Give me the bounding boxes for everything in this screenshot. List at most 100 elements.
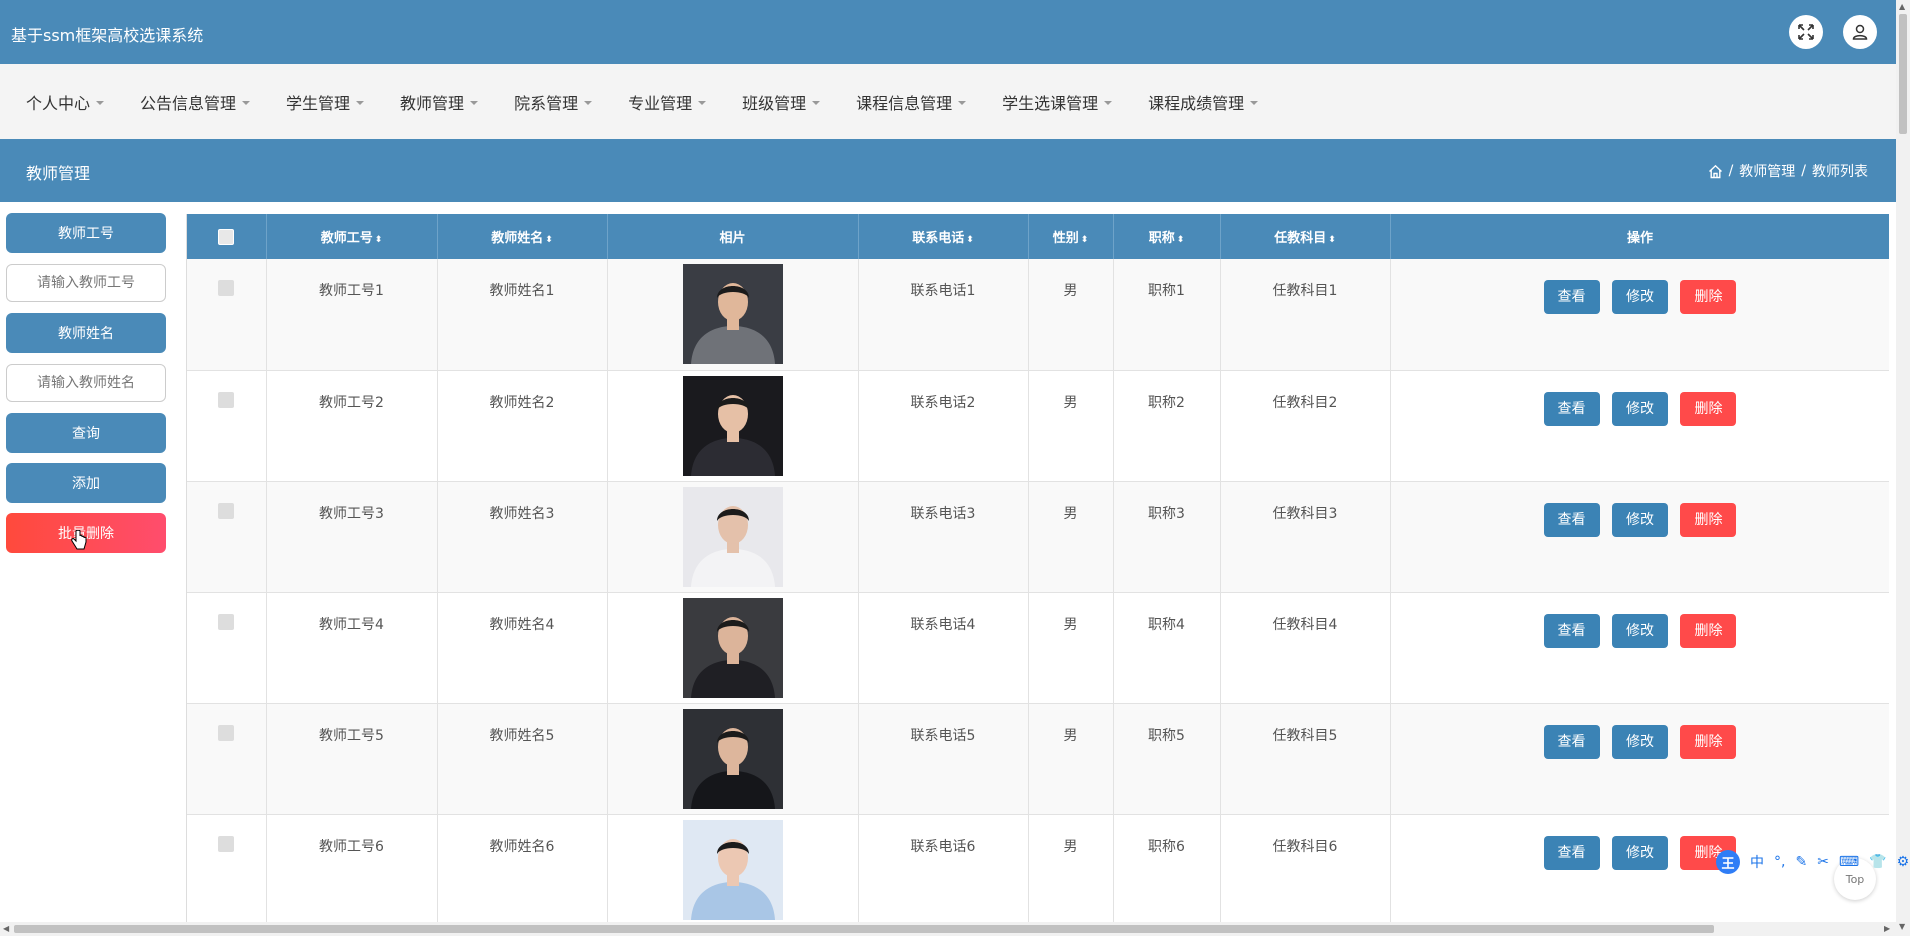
pen-icon[interactable]: ✎ — [1795, 854, 1807, 870]
delete-button[interactable]: 删除 — [1680, 391, 1737, 426]
cell-title: 职称4 — [1113, 592, 1221, 703]
scroll-right-icon[interactable]: ▶ — [1884, 924, 1890, 933]
table-row: 教师工号1 教师姓名1 联系电话1 男 职称1 任教科目1 查看 修改 删除 — [187, 259, 1889, 370]
th-phone[interactable]: 联系电话 ⬍ — [858, 214, 1029, 259]
home-icon[interactable] — [1708, 164, 1723, 179]
ime-toolbar: 王 中 °, ✎ ✂ ⌨ 👕 ⚙ — [1716, 850, 1909, 874]
edit-button[interactable]: 修改 — [1612, 724, 1668, 759]
teacher-photo[interactable] — [682, 375, 783, 476]
breadcrumb-teacher-management[interactable]: 教师管理 — [1739, 161, 1795, 181]
th-title[interactable]: 职称 ⬍ — [1113, 214, 1221, 259]
sort-icon: ⬍ — [1176, 235, 1185, 245]
view-button[interactable]: 查看 — [1543, 391, 1600, 426]
vertical-scrollbar[interactable]: ▲ ▼ — [1896, 0, 1910, 936]
breadcrumb: / 教师管理 / 教师列表 — [1708, 161, 1868, 181]
table-row: 教师工号4 教师姓名4 联系电话4 男 职称4 任教科目4 查看 修改 删除 — [187, 592, 1889, 703]
teacher-photo[interactable] — [682, 708, 783, 809]
nav-item-class-management[interactable]: 班级管理 — [734, 90, 828, 114]
nav-item-teacher-management[interactable]: 教师管理 — [392, 90, 486, 114]
cell-title: 职称5 — [1113, 703, 1221, 814]
th-teacher-id[interactable]: 教师工号 ⬍ — [266, 214, 438, 259]
ime-logo-icon[interactable]: 王 — [1716, 850, 1740, 874]
delete-button[interactable]: 删除 — [1680, 613, 1737, 648]
horizontal-scrollbar[interactable]: ◀ ▶ — [0, 922, 1896, 936]
scissors-icon[interactable]: ✂ — [1817, 854, 1829, 870]
nav-item-course-selection-management[interactable]: 学生选课管理 — [994, 90, 1120, 114]
cell-phone: 联系电话4 — [858, 592, 1029, 703]
add-button[interactable]: 添加 — [6, 463, 166, 503]
edit-button[interactable]: 修改 — [1612, 502, 1668, 537]
row-checkbox[interactable] — [218, 613, 235, 630]
punctuation-icon[interactable]: °, — [1774, 854, 1785, 870]
nav-item-major-management[interactable]: 专业管理 — [620, 90, 714, 114]
ime-language-toggle[interactable]: 中 — [1750, 852, 1764, 872]
row-checkbox[interactable] — [218, 280, 235, 296]
cell-subject: 任教科目5 — [1220, 703, 1391, 814]
cell-title: 职称2 — [1113, 370, 1221, 481]
portrait-image — [690, 283, 775, 364]
search-button[interactable]: 查询 — [6, 413, 166, 453]
nav-item-personal-center[interactable]: 个人中心 — [18, 90, 112, 114]
horizontal-scroll-thumb[interactable] — [14, 925, 1714, 933]
view-button[interactable]: 查看 — [1543, 280, 1600, 314]
teacher-name-input[interactable] — [6, 364, 166, 402]
teacher-photo[interactable] — [682, 264, 783, 364]
row-checkbox[interactable] — [218, 502, 235, 519]
th-label: 职称 — [1148, 231, 1175, 246]
scroll-down-icon[interactable]: ▼ — [1899, 922, 1905, 931]
th-teacher-name[interactable]: 教师姓名 ⬍ — [437, 214, 608, 259]
caret-down-icon — [812, 100, 821, 105]
edit-button[interactable]: 修改 — [1612, 613, 1668, 648]
edit-button[interactable]: 修改 — [1612, 391, 1668, 426]
nav-item-notice-management[interactable]: 公告信息管理 — [132, 90, 258, 114]
cell-teacher-id: 教师工号5 — [266, 703, 438, 814]
skin-icon[interactable]: 👕 — [1869, 854, 1886, 870]
cell-subject: 任教科目3 — [1220, 481, 1391, 592]
settings-gear-icon[interactable]: ⚙ — [1897, 854, 1910, 870]
th-subject[interactable]: 任教科目 ⬍ — [1220, 214, 1391, 259]
caret-down-icon — [356, 100, 365, 105]
edit-button[interactable]: 修改 — [1612, 280, 1668, 314]
keyboard-icon[interactable]: ⌨ — [1839, 854, 1859, 870]
cell-photo — [607, 370, 859, 481]
cell-title: 职称6 — [1113, 814, 1221, 922]
teacher-photo[interactable] — [682, 486, 783, 587]
vertical-scroll-thumb[interactable] — [1899, 14, 1907, 134]
row-checkbox[interactable] — [218, 724, 235, 741]
view-button[interactable]: 查看 — [1543, 835, 1600, 870]
nav-label: 学生选课管理 — [1002, 93, 1099, 113]
edit-button[interactable]: 修改 — [1612, 835, 1668, 870]
nav-label: 专业管理 — [628, 93, 693, 113]
cell-subject: 任教科目6 — [1220, 814, 1391, 922]
teacher-photo[interactable] — [682, 819, 783, 920]
breadcrumb-separator: / — [1728, 163, 1734, 179]
portrait-image — [690, 727, 775, 809]
cell-photo — [607, 703, 859, 814]
delete-button[interactable]: 删除 — [1680, 280, 1737, 314]
teacher-id-input[interactable] — [6, 264, 166, 302]
view-button[interactable]: 查看 — [1543, 613, 1600, 648]
main-nav: 个人中心 公告信息管理 学生管理 教师管理 院系管理 专业管理 班级管理 课程信… — [0, 64, 1896, 139]
scroll-left-icon[interactable]: ◀ — [3, 924, 9, 933]
select-all-checkbox[interactable] — [218, 228, 235, 245]
row-checkbox[interactable] — [218, 835, 235, 852]
teacher-photo[interactable] — [682, 597, 783, 698]
view-button[interactable]: 查看 — [1543, 502, 1600, 537]
nav-item-department-management[interactable]: 院系管理 — [506, 90, 600, 114]
view-button[interactable]: 查看 — [1543, 724, 1600, 759]
cell-gender: 男 — [1028, 259, 1114, 370]
fullscreen-button[interactable] — [1789, 15, 1823, 49]
nav-item-grade-management[interactable]: 课程成绩管理 — [1140, 90, 1266, 114]
nav-item-course-info-management[interactable]: 课程信息管理 — [848, 90, 974, 114]
delete-button[interactable]: 删除 — [1680, 724, 1737, 759]
nav-item-student-management[interactable]: 学生管理 — [278, 90, 372, 114]
th-gender[interactable]: 性别 ⬍ — [1028, 214, 1114, 259]
nav-label: 个人中心 — [26, 93, 91, 113]
row-checkbox[interactable] — [218, 391, 235, 408]
cell-phone: 联系电话2 — [858, 370, 1029, 481]
sort-icon: ⬍ — [1328, 235, 1336, 245]
caret-down-icon — [96, 100, 105, 105]
user-button[interactable] — [1843, 15, 1877, 49]
delete-button[interactable]: 删除 — [1680, 502, 1737, 537]
scroll-up-icon[interactable]: ▲ — [1899, 2, 1905, 11]
